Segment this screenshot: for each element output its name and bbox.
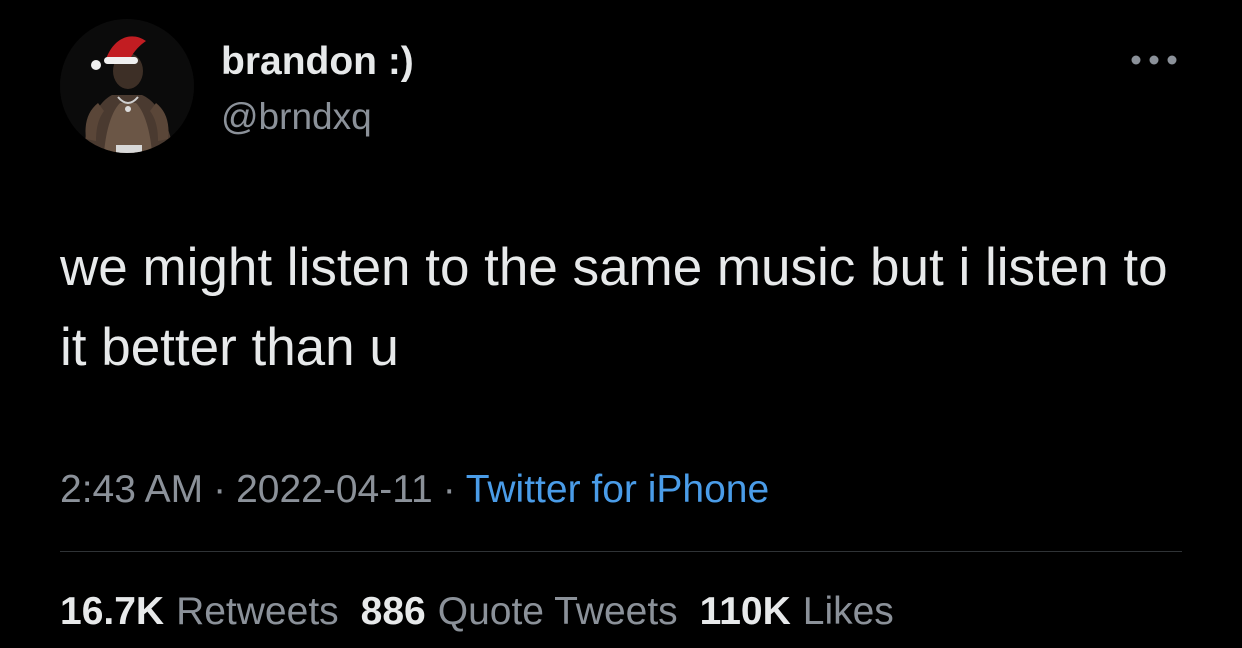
retweets-count: 16.7K <box>60 590 165 633</box>
more-options-button[interactable] <box>1128 42 1180 78</box>
quote-tweets-stat[interactable]: 886 Quote Tweets <box>361 588 678 636</box>
quote-tweets-count: 886 <box>360 590 426 633</box>
divider <box>60 551 1182 552</box>
tweet-stats: 16.7K Retweets 886 Quote Tweets 110K Likes <box>60 588 916 636</box>
retweets-stat[interactable]: 16.7K Retweets <box>60 588 339 636</box>
tweet-text: we might listen to the same music but i … <box>60 238 1168 377</box>
tweet-meta: 2:43 AM · 2022-04-11 · Twitter for iPhone <box>60 466 769 514</box>
tweet-card: brandon :) @brndxq we might listen to th… <box>0 0 1242 648</box>
likes-count: 110K <box>699 590 791 633</box>
tweet-time[interactable]: 2:43 AM <box>60 468 203 511</box>
meta-separator: · <box>442 468 456 511</box>
display-name[interactable]: brandon :) <box>221 38 414 86</box>
tweet-source-link[interactable]: Twitter for iPhone <box>466 468 769 511</box>
user-handle[interactable]: @brndxq <box>221 94 372 140</box>
likes-label: Likes <box>802 590 894 633</box>
retweets-label: Retweets <box>176 590 339 633</box>
tweet-date[interactable]: 2022-04-11 <box>236 468 433 511</box>
more-horizontal-icon <box>1131 55 1177 65</box>
avatar-image-icon <box>60 19 194 153</box>
avatar[interactable] <box>60 19 194 153</box>
meta-separator: · <box>213 468 227 511</box>
quote-tweets-label: Quote Tweets <box>437 590 678 633</box>
likes-stat[interactable]: 110K Likes <box>700 588 894 636</box>
